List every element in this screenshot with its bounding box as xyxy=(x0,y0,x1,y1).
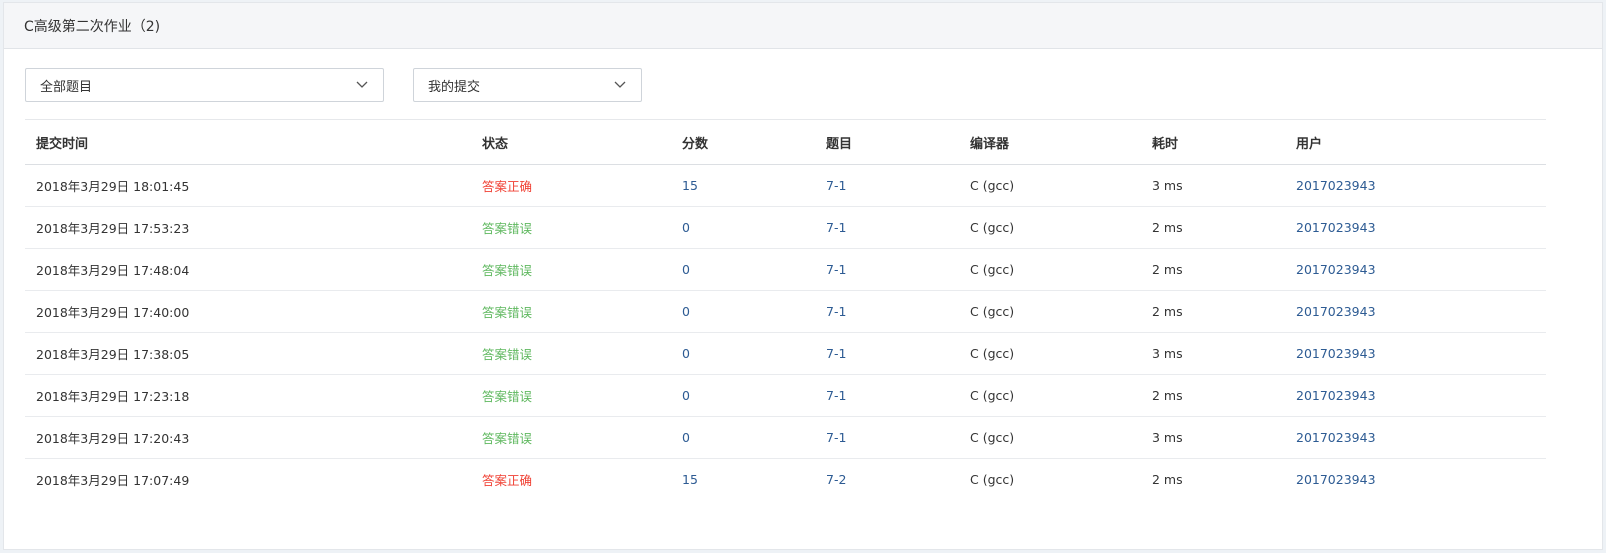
submission-score-link[interactable]: 15 xyxy=(671,459,815,501)
submission-time: 2018年3月29日 18:01:45 xyxy=(36,179,190,194)
duration-label: 2 ms xyxy=(1152,304,1183,319)
problem-link[interactable]: 7-2 xyxy=(815,459,959,501)
submission-time: 2018年3月29日 17:23:18 xyxy=(36,389,190,404)
submission-score-link[interactable]: 0 xyxy=(671,375,815,417)
user-link[interactable]: 2017023943 xyxy=(1285,417,1546,459)
problem-link[interactable]: 7-1 xyxy=(815,291,959,333)
duration-label: 3 ms xyxy=(1152,178,1183,193)
submissions-table: 提交时间 状态 分数 题目 编译器 耗时 用户 2018年3月29日 18:01… xyxy=(25,119,1546,501)
problem-link[interactable]: 7-1 xyxy=(815,249,959,291)
submission-score-link[interactable]: 0 xyxy=(671,291,815,333)
duration-label: 2 ms xyxy=(1152,388,1183,403)
column-header-status: 状态 xyxy=(482,136,509,152)
duration-label: 3 ms xyxy=(1152,430,1183,445)
user-link[interactable]: 2017023943 xyxy=(1285,459,1546,501)
submission-status-link[interactable]: 答案正确 xyxy=(471,165,671,207)
panel-header: C高级第二次作业（2) xyxy=(4,3,1602,49)
problem-link[interactable]: 7-1 xyxy=(815,417,959,459)
chevron-down-icon xyxy=(613,78,627,92)
problem-link[interactable]: 7-1 xyxy=(815,165,959,207)
problem-filter-value: 全部题目 xyxy=(40,79,93,95)
compiler-label: C (gcc) xyxy=(970,220,1015,235)
problem-link[interactable]: 7-1 xyxy=(815,333,959,375)
submission-time: 2018年3月29日 17:38:05 xyxy=(36,347,190,362)
submission-filter-select[interactable]: 我的提交 xyxy=(413,68,642,102)
table-row: 2018年3月29日 17:40:00 答案错误 0 7-1 C (gcc) 2… xyxy=(25,291,1546,333)
column-header-user: 用户 xyxy=(1296,136,1323,152)
problem-link[interactable]: 7-1 xyxy=(815,207,959,249)
submission-status-link[interactable]: 答案错误 xyxy=(471,417,671,459)
duration-label: 2 ms xyxy=(1152,472,1183,488)
column-header-compiler: 编译器 xyxy=(970,136,1010,152)
table-row: 2018年3月29日 17:53:23 答案错误 0 7-1 C (gcc) 2… xyxy=(25,207,1546,249)
submission-time: 2018年3月29日 17:07:49 xyxy=(36,473,190,489)
compiler-label: C (gcc) xyxy=(970,178,1015,193)
user-link[interactable]: 2017023943 xyxy=(1285,291,1546,333)
duration-label: 2 ms xyxy=(1152,220,1183,235)
submission-status-link[interactable]: 答案错误 xyxy=(471,207,671,249)
submissions-table-container: 提交时间 状态 分数 题目 编译器 耗时 用户 2018年3月29日 18:01… xyxy=(25,119,1546,501)
submission-score-link[interactable]: 0 xyxy=(671,249,815,291)
submission-score-link[interactable]: 15 xyxy=(671,165,815,207)
submission-score-link[interactable]: 0 xyxy=(671,207,815,249)
submissions-panel: C高级第二次作业（2) 全部题目 我的提交 提交时间 状态 分数 题目 编译器 … xyxy=(3,2,1603,550)
compiler-label: C (gcc) xyxy=(970,430,1015,445)
compiler-label: C (gcc) xyxy=(970,388,1015,403)
submission-status-link[interactable]: 答案正确 xyxy=(471,459,671,501)
submission-filter-value: 我的提交 xyxy=(428,79,481,95)
user-link[interactable]: 2017023943 xyxy=(1285,207,1546,249)
submission-time: 2018年3月29日 17:20:43 xyxy=(36,431,190,446)
page-title: C高级第二次作业（2) xyxy=(24,18,161,35)
submission-time: 2018年3月29日 17:40:00 xyxy=(36,305,190,320)
problem-link[interactable]: 7-1 xyxy=(815,375,959,417)
table-row: 2018年3月29日 17:20:43 答案错误 0 7-1 C (gcc) 3… xyxy=(25,417,1546,459)
column-header-score: 分数 xyxy=(682,136,709,152)
submission-time: 2018年3月29日 17:53:23 xyxy=(36,221,190,236)
table-body: 2018年3月29日 18:01:45 答案正确 15 7-1 C (gcc) … xyxy=(25,165,1546,501)
submission-time: 2018年3月29日 17:48:04 xyxy=(36,263,190,278)
table-row: 2018年3月29日 17:23:18 答案错误 0 7-1 C (gcc) 2… xyxy=(25,375,1546,417)
compiler-label: C (gcc) xyxy=(970,262,1015,277)
submission-status-link[interactable]: 答案错误 xyxy=(471,249,671,291)
user-link[interactable]: 2017023943 xyxy=(1285,375,1546,417)
table-row: 2018年3月29日 17:48:04 答案错误 0 7-1 C (gcc) 2… xyxy=(25,249,1546,291)
submission-score-link[interactable]: 0 xyxy=(671,333,815,375)
user-link[interactable]: 2017023943 xyxy=(1285,249,1546,291)
column-header-problem: 题目 xyxy=(826,136,853,152)
table-row: 2018年3月29日 17:38:05 答案错误 0 7-1 C (gcc) 3… xyxy=(25,333,1546,375)
column-header-duration: 耗时 xyxy=(1152,136,1179,152)
user-link[interactable]: 2017023943 xyxy=(1285,333,1546,375)
problem-filter-select[interactable]: 全部题目 xyxy=(25,68,384,102)
user-link[interactable]: 2017023943 xyxy=(1285,165,1546,207)
compiler-label: C (gcc) xyxy=(970,346,1015,361)
table-header-row: 提交时间 状态 分数 题目 编译器 耗时 用户 xyxy=(25,119,1546,165)
duration-label: 2 ms xyxy=(1152,262,1183,277)
chevron-down-icon xyxy=(355,78,369,92)
compiler-label: C (gcc) xyxy=(970,472,1015,488)
column-header-time: 提交时间 xyxy=(36,136,89,152)
table-row: 2018年3月29日 17:07:49 答案正确 15 7-2 C (gcc) … xyxy=(25,459,1546,501)
table-row: 2018年3月29日 18:01:45 答案正确 15 7-1 C (gcc) … xyxy=(25,165,1546,207)
submission-status-link[interactable]: 答案错误 xyxy=(471,291,671,333)
compiler-label: C (gcc) xyxy=(970,304,1015,319)
submission-status-link[interactable]: 答案错误 xyxy=(471,333,671,375)
filter-bar: 全部题目 我的提交 xyxy=(25,68,642,102)
duration-label: 3 ms xyxy=(1152,346,1183,361)
submission-status-link[interactable]: 答案错误 xyxy=(471,375,671,417)
submission-score-link[interactable]: 0 xyxy=(671,417,815,459)
